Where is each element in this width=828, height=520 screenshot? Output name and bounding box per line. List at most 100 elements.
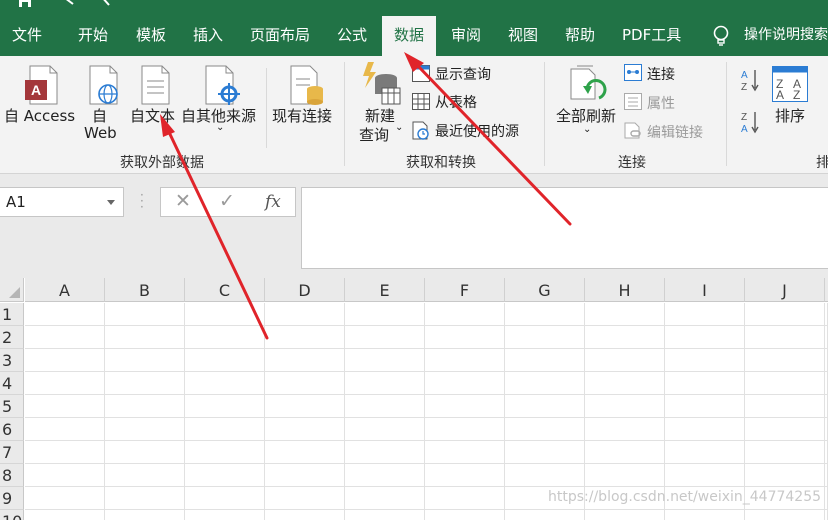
cell[interactable] [745, 510, 825, 520]
row-header[interactable]: 9 [0, 487, 24, 510]
column-header[interactable]: E [345, 278, 425, 302]
cell[interactable] [745, 303, 825, 326]
tab-pdf-tools[interactable]: PDF工具 [622, 14, 681, 56]
cancel-icon[interactable]: ✕ [175, 190, 191, 212]
cell[interactable] [105, 303, 185, 326]
cell[interactable] [25, 372, 105, 395]
existing-connections-button[interactable]: 现有连接 [272, 105, 332, 126]
cell[interactable] [665, 464, 745, 487]
row-header[interactable]: 7 [0, 441, 24, 464]
redo-icon[interactable] [98, 0, 112, 8]
cell[interactable] [585, 418, 665, 441]
cell[interactable] [745, 441, 825, 464]
cell[interactable] [665, 418, 745, 441]
formula-input[interactable] [301, 187, 828, 269]
column-header[interactable]: D [265, 278, 345, 302]
cell[interactable] [505, 395, 585, 418]
cell[interactable] [425, 303, 505, 326]
cell[interactable] [25, 464, 105, 487]
cell[interactable] [105, 395, 185, 418]
row-header[interactable]: 10 [0, 510, 24, 520]
column-header[interactable]: C [185, 278, 265, 302]
cell[interactable] [505, 349, 585, 372]
cell[interactable] [265, 349, 345, 372]
cell[interactable] [185, 441, 265, 464]
cell[interactable] [745, 349, 825, 372]
save-icon[interactable] [18, 0, 32, 8]
new-query-button[interactable]: 新建 [365, 105, 395, 126]
cell[interactable] [105, 326, 185, 349]
cell[interactable] [25, 395, 105, 418]
cell[interactable] [425, 349, 505, 372]
row-header[interactable]: 3 [0, 349, 24, 372]
cell[interactable] [745, 372, 825, 395]
lightbulb-icon[interactable] [712, 25, 730, 47]
from-access-button[interactable]: 自 Access [4, 105, 75, 126]
tab-file[interactable]: 文件 [12, 14, 42, 56]
row-header[interactable]: 1 [0, 303, 24, 326]
row-header[interactable]: 4 [0, 372, 24, 395]
cell[interactable] [105, 487, 185, 510]
cell[interactable] [585, 303, 665, 326]
new-query-button-line2[interactable]: 查询 [359, 124, 389, 145]
cell[interactable] [265, 372, 345, 395]
cell[interactable] [105, 418, 185, 441]
cell[interactable] [585, 372, 665, 395]
cell[interactable] [585, 464, 665, 487]
cell[interactable] [425, 510, 505, 520]
cell[interactable] [185, 487, 265, 510]
cell[interactable] [25, 326, 105, 349]
new-query-dropdown[interactable]: ⌄ [395, 122, 403, 133]
cell[interactable] [665, 349, 745, 372]
cell[interactable] [505, 464, 585, 487]
tab-review[interactable]: 审阅 [451, 14, 481, 56]
from-web-button[interactable]: 自 [92, 105, 107, 126]
row-header[interactable]: 5 [0, 395, 24, 418]
cell[interactable] [345, 349, 425, 372]
cell[interactable] [585, 510, 665, 520]
insert-function-icon[interactable]: fx [265, 192, 281, 212]
cell[interactable] [505, 303, 585, 326]
drag-handle-icon[interactable]: · · · [140, 189, 144, 213]
cell[interactable] [345, 464, 425, 487]
tab-templates[interactable]: 模板 [136, 14, 166, 56]
cell[interactable] [505, 418, 585, 441]
select-all-button[interactable] [0, 278, 24, 302]
cell[interactable] [505, 372, 585, 395]
sort-descending-icon[interactable]: Z A [740, 110, 760, 134]
cell[interactable] [745, 326, 825, 349]
cell[interactable] [585, 395, 665, 418]
row-header[interactable]: 8 [0, 464, 24, 487]
cell[interactable] [345, 326, 425, 349]
cell[interactable] [665, 441, 745, 464]
cell[interactable] [665, 372, 745, 395]
cell[interactable] [745, 464, 825, 487]
cell[interactable] [105, 372, 185, 395]
cell[interactable] [345, 418, 425, 441]
cell[interactable] [665, 303, 745, 326]
cell[interactable] [425, 464, 505, 487]
cell[interactable] [665, 326, 745, 349]
cell[interactable] [265, 418, 345, 441]
cell[interactable] [345, 395, 425, 418]
from-web-button-line2[interactable]: Web [84, 124, 117, 142]
refresh-all-button[interactable]: 全部刷新 [556, 105, 616, 126]
cell[interactable] [185, 510, 265, 520]
cell[interactable] [425, 326, 505, 349]
cell[interactable] [25, 441, 105, 464]
cell[interactable] [105, 441, 185, 464]
cell[interactable] [585, 326, 665, 349]
cell[interactable] [185, 372, 265, 395]
column-header[interactable]: B [105, 278, 185, 302]
cell[interactable] [665, 510, 745, 520]
cell[interactable] [425, 418, 505, 441]
cell[interactable] [185, 303, 265, 326]
cell[interactable] [265, 326, 345, 349]
cell[interactable] [505, 326, 585, 349]
cell[interactable] [185, 464, 265, 487]
tab-help[interactable]: 帮助 [565, 14, 595, 56]
tab-formulas[interactable]: 公式 [337, 14, 367, 56]
tab-insert[interactable]: 插入 [193, 14, 223, 56]
cell[interactable] [25, 303, 105, 326]
column-header[interactable]: I [665, 278, 745, 302]
